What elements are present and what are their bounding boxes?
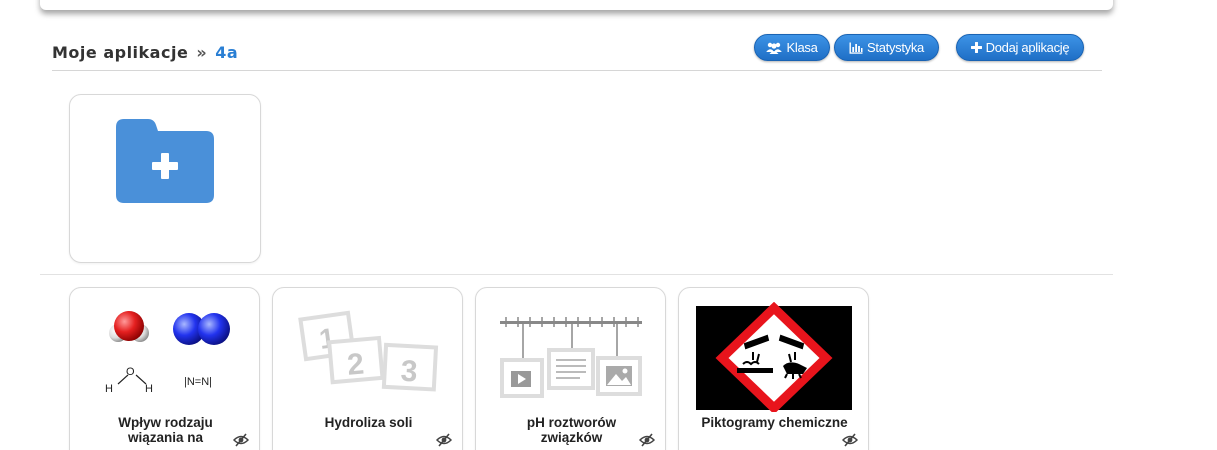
bar-chart-icon — [849, 42, 863, 54]
eye-slash-icon[interactable] — [842, 433, 858, 447]
breadcrumb-separator: » — [196, 43, 208, 62]
eye-slash-icon[interactable] — [436, 433, 452, 447]
app-card[interactable]: Piktogramy chemiczne — [678, 287, 869, 450]
numbered-cards-thumb: 1 2 3 — [298, 310, 439, 392]
statystyka-button[interactable]: Statystyka — [834, 34, 939, 61]
breadcrumb: Moje aplikacje » 4a — [52, 43, 238, 62]
statystyka-label: Statystyka — [867, 40, 924, 55]
formula-hydrogen-right: H — [145, 383, 153, 395]
formula-oxygen: O — [126, 366, 135, 378]
klasa-label: Klasa — [786, 40, 818, 55]
new-folder-card[interactable] — [69, 94, 261, 263]
eye-slash-icon[interactable] — [233, 433, 249, 447]
folder-plus-icon — [116, 119, 214, 203]
breadcrumb-current: 4a — [215, 43, 239, 62]
app-card[interactable]: O H H |N=N| Wpływ rodzaju wiązania na — [69, 287, 260, 450]
header: Moje aplikacje » 4a Klasa Statystyka Dod… — [52, 34, 1102, 70]
app-card[interactable]: pH roztworów związków — [475, 287, 666, 450]
ghs-corrosive-thumb — [696, 302, 852, 412]
formula-hydrogen-left: H — [105, 383, 113, 395]
add-app-button[interactable]: Dodaj aplikację — [956, 34, 1084, 61]
plus-icon — [970, 42, 982, 53]
users-icon — [766, 42, 782, 54]
section-divider — [40, 274, 1113, 275]
app-title[interactable]: Hydroliza soli — [293, 415, 444, 430]
eye-slash-icon[interactable] — [639, 433, 655, 447]
molecule-models-thumb: O H H |N=N| — [105, 311, 230, 395]
app-title[interactable]: pH roztworów związków — [496, 415, 647, 445]
header-divider — [52, 70, 1102, 71]
klasa-button[interactable]: Klasa — [754, 34, 830, 61]
app-title[interactable]: Piktogramy chemiczne — [699, 415, 850, 430]
breadcrumb-root[interactable]: Moje aplikacje — [52, 43, 188, 62]
formula-nitrogen: |N=N| — [184, 376, 212, 388]
top-navbar-shadow — [40, 0, 1113, 10]
media-board-thumb — [500, 317, 642, 398]
card-number-3: 3 — [400, 355, 418, 389]
card-number-2: 2 — [346, 347, 366, 381]
add-app-label: Dodaj aplikację — [985, 40, 1070, 55]
app-title[interactable]: Wpływ rodzaju wiązania na — [90, 415, 241, 445]
app-card[interactable]: 1 2 3 Hydroliza soli — [272, 287, 463, 450]
